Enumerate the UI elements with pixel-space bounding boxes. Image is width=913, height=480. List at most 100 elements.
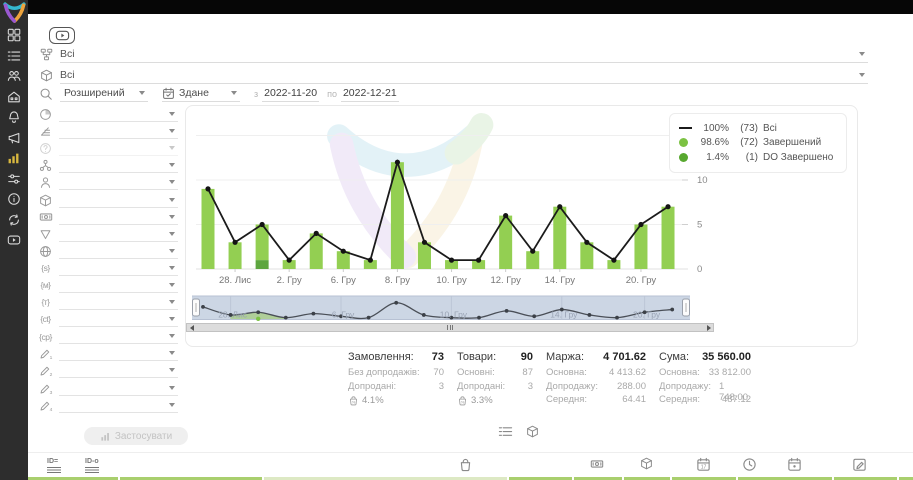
filter-payment-select[interactable] — [59, 210, 178, 225]
nav-customers[interactable] — [0, 66, 28, 87]
stats-subrow-label: Середня: — [659, 394, 700, 408]
stats-subrow-value: 70 — [433, 367, 444, 381]
footer-col-id-asc[interactable]: ID= — [47, 458, 61, 473]
scrollbar-grip[interactable] — [447, 325, 453, 330]
filter-status-cp-select[interactable] — [59, 329, 178, 344]
nav-broadcast[interactable] — [0, 128, 28, 149]
chevron-down-icon — [169, 146, 175, 150]
filter-status-m: {м} — [38, 277, 178, 294]
chevron-down-icon — [859, 52, 865, 56]
footer-col-package[interactable] — [640, 457, 653, 470]
stats-subrow: Основні:87 — [457, 367, 533, 381]
footer-col-id-desc[interactable]: ID-o — [85, 458, 99, 473]
legend-item-2[interactable]: 98.6%(72)Завершений — [679, 136, 837, 151]
search-mode-select[interactable]: Розширений — [60, 85, 148, 102]
info-icon — [7, 192, 21, 206]
nav-warehouse[interactable] — [0, 87, 28, 108]
chevron-down-icon — [169, 163, 175, 167]
promotions-icon — [7, 110, 21, 124]
nav-settings[interactable] — [0, 169, 28, 190]
nav-statistics[interactable] — [0, 148, 28, 169]
video-help-button[interactable] — [49, 27, 75, 44]
nav-orders[interactable] — [0, 46, 28, 67]
filter-status-t-select[interactable] — [59, 295, 178, 310]
filter-website-select[interactable] — [59, 244, 178, 259]
banknote-icon — [38, 210, 53, 224]
view-toggles — [498, 424, 539, 439]
settings-icon — [7, 172, 21, 186]
svg-text:14. Гру: 14. Гру — [550, 310, 578, 320]
filter-custom-2-select[interactable] — [59, 363, 178, 378]
svg-text:2. Гру: 2. Гру — [277, 275, 302, 286]
chevron-down-icon — [169, 351, 175, 355]
footer-col-payment[interactable] — [590, 457, 604, 471]
svg-text:2: 2 — [50, 373, 53, 379]
footer-col-products[interactable] — [458, 457, 473, 472]
nav-promotions[interactable] — [0, 107, 28, 128]
legend-item-1[interactable]: 100%(73)Всі — [679, 121, 837, 136]
minimap-handle[interactable] — [193, 299, 200, 316]
pencil-1-icon: 1 — [38, 347, 53, 360]
chart-scrollbar[interactable] — [186, 323, 714, 332]
footer-col-time[interactable] — [742, 457, 757, 472]
main-content: Всі Всі Розширений Здане з 2022-11 — [28, 14, 913, 480]
app-logo-icon[interactable] — [2, 0, 28, 26]
stats-column-2: Товари:90Основні:87Допродані:3%3.3% — [457, 351, 533, 408]
sidebar — [0, 0, 28, 480]
legend-percent: 98.6% — [696, 137, 733, 148]
chevron-down-icon — [169, 112, 175, 116]
svg-text:1: 1 — [50, 356, 53, 362]
apply-filters-button[interactable]: Застосувати — [84, 427, 188, 445]
stats-title: Товари: — [457, 351, 496, 367]
scrollbar-right-arrow[interactable] — [704, 324, 713, 331]
scrollbar-left-arrow[interactable] — [187, 324, 196, 331]
cube-icon — [38, 69, 54, 82]
stats-subrow-value: 1 748.00 — [719, 381, 751, 395]
filter-status-s-select[interactable] — [59, 261, 178, 276]
filter-manager-select[interactable] — [59, 175, 178, 190]
nav-dashboard[interactable] — [0, 25, 28, 46]
date-field-select[interactable]: Здане — [162, 85, 240, 102]
filter-product-row: Всі — [38, 67, 868, 84]
svg-text:0: 0 — [697, 264, 702, 275]
filter-geo-select[interactable] — [59, 107, 178, 122]
scrollbar-track[interactable] — [196, 325, 704, 330]
legend-item-3[interactable]: 1.4%(1)DO Завершено — [679, 150, 837, 165]
filter-product-select[interactable] — [59, 193, 178, 208]
toggle-products-view[interactable] — [526, 424, 539, 439]
minimap-handle[interactable] — [683, 299, 690, 316]
stats-value: 4 701.62 — [603, 351, 646, 367]
calendar-check-icon — [162, 87, 175, 100]
filter-custom-4-select[interactable] — [59, 398, 178, 413]
date-from-input[interactable]: 2022-11-20 — [262, 85, 319, 102]
filter-levels-select[interactable] — [59, 124, 178, 139]
filter-status-ct-select[interactable] — [59, 312, 178, 327]
stats-subrow: Допродажу:1 748.00 — [659, 381, 751, 395]
footer-col-date-edit[interactable] — [852, 457, 867, 472]
filter-funnel-select[interactable] — [59, 227, 178, 242]
filter-structure-select[interactable] — [59, 158, 178, 173]
footer-col-date-done[interactable] — [787, 457, 802, 472]
filter-unknown-select[interactable] — [59, 141, 178, 156]
filter-custom-1-select[interactable] — [59, 346, 178, 361]
funnel-icon — [38, 228, 53, 241]
statistics-icon — [7, 151, 21, 165]
nav-sync[interactable] — [0, 210, 28, 231]
chart-minimap[interactable]: 28. Лис6. Гру10. Гру14. Гру20. Гру — [186, 292, 714, 323]
category-select[interactable]: Всі — [60, 46, 868, 63]
stats-value: 35 560.00 — [702, 351, 751, 367]
stats-subrow: Основна:4 413.62 — [546, 367, 646, 381]
svg-text:17: 17 — [701, 465, 707, 471]
footer-col-date[interactable]: 17 — [696, 457, 711, 472]
nav-info[interactable] — [0, 189, 28, 210]
date-to-input[interactable]: 2022-12-21 — [341, 85, 399, 102]
legend-count: (72) — [733, 137, 763, 148]
nav-video[interactable] — [0, 230, 28, 251]
toggle-list-view[interactable] — [498, 424, 513, 439]
filter-status-m-select[interactable] — [59, 278, 178, 293]
product-select[interactable]: Всі — [60, 67, 868, 84]
video-play-icon — [55, 28, 70, 43]
filter-custom-3-select[interactable] — [59, 381, 178, 396]
legend-label: Всі — [763, 123, 837, 134]
brace-ct-icon: {ct} — [38, 315, 53, 324]
